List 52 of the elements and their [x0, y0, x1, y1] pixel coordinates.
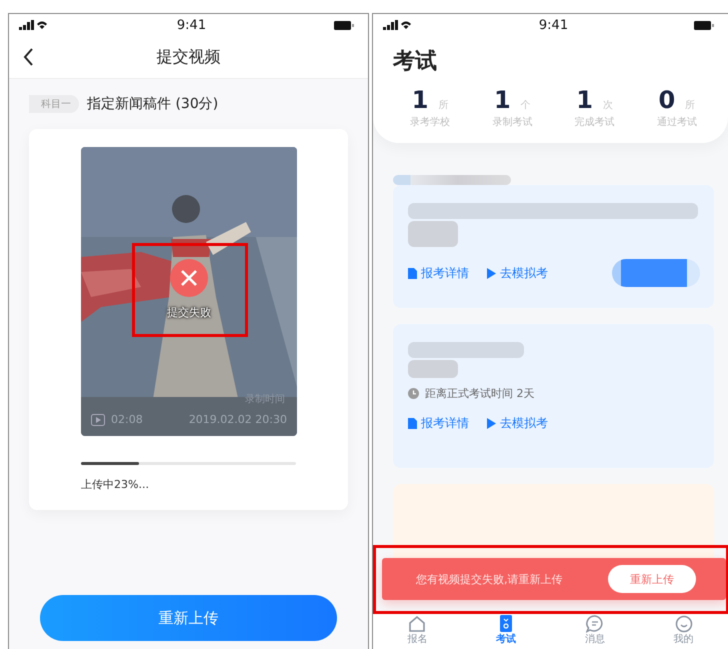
battery-icon [334, 20, 354, 30]
stat-value: 1 [576, 88, 593, 112]
stat-label: 通过考试 [656, 116, 697, 129]
document-icon [408, 268, 417, 278]
link[interactable]: 报考详情 [421, 415, 469, 432]
chat-icon [586, 615, 604, 633]
clock-icon [408, 388, 419, 399]
play-icon [91, 414, 105, 426]
page-title: 考试 [392, 48, 438, 76]
recorded-time: 2019.02.02 20:30 [188, 413, 287, 426]
tab-item[interactable]: 我的 [639, 613, 728, 649]
toast-message: 您有视频提交失败,请重新上传 [416, 572, 562, 586]
battery-icon [694, 20, 714, 30]
page-title: 提交视频 [156, 46, 222, 68]
link[interactable]: 去模拟考 [500, 415, 548, 432]
tab-item[interactable]: 报名 [373, 613, 462, 649]
stat-unit: 所 [438, 98, 448, 112]
subject-title: 指定新闻稿件 (30分) [87, 95, 218, 113]
stat-value: 1 [494, 88, 511, 112]
reupload-button[interactable]: 重新上传 [608, 565, 696, 593]
house-icon [408, 615, 426, 633]
back-icon[interactable] [23, 48, 33, 66]
stat-label: 完成考试 [574, 116, 615, 129]
status-time: 9:41 [176, 18, 206, 32]
link[interactable]: 去模拟考 [500, 264, 548, 282]
error-icon [170, 259, 208, 297]
play-icon [487, 418, 496, 429]
smiley-icon [674, 615, 693, 633]
countdown-text: 距离正式考试时间 2天 [425, 386, 534, 401]
stat-unit: 次 [602, 99, 613, 112]
tab-item[interactable]: 消息 [550, 613, 640, 649]
link[interactable]: 报考详情 [421, 264, 469, 282]
failure-text: 提交失败 [167, 305, 211, 320]
stat-value: 1 [412, 88, 428, 112]
upload-status: 上传中23%... [81, 477, 150, 492]
tab-item[interactable]: 考试 [462, 613, 550, 649]
stat-value: 0 [658, 88, 676, 112]
blurred-text [408, 221, 458, 247]
stat-label: 录考学校 [410, 116, 450, 129]
status-time: 9:41 [538, 18, 568, 32]
video-duration: 02:08 [111, 413, 143, 426]
play-icon [487, 268, 496, 278]
subject-tag: 科目一 [29, 95, 79, 113]
stat-unit: 所 [685, 98, 696, 112]
stat-label: 录制考试 [492, 116, 532, 129]
reupload-button[interactable]: 重新上传 [40, 595, 337, 641]
signal-icon [383, 20, 413, 30]
stat-unit: 个 [520, 99, 531, 112]
blurred-button[interactable] [612, 259, 700, 287]
blurred-text [408, 360, 458, 378]
document-icon [408, 418, 417, 429]
signal-icon [19, 20, 49, 30]
